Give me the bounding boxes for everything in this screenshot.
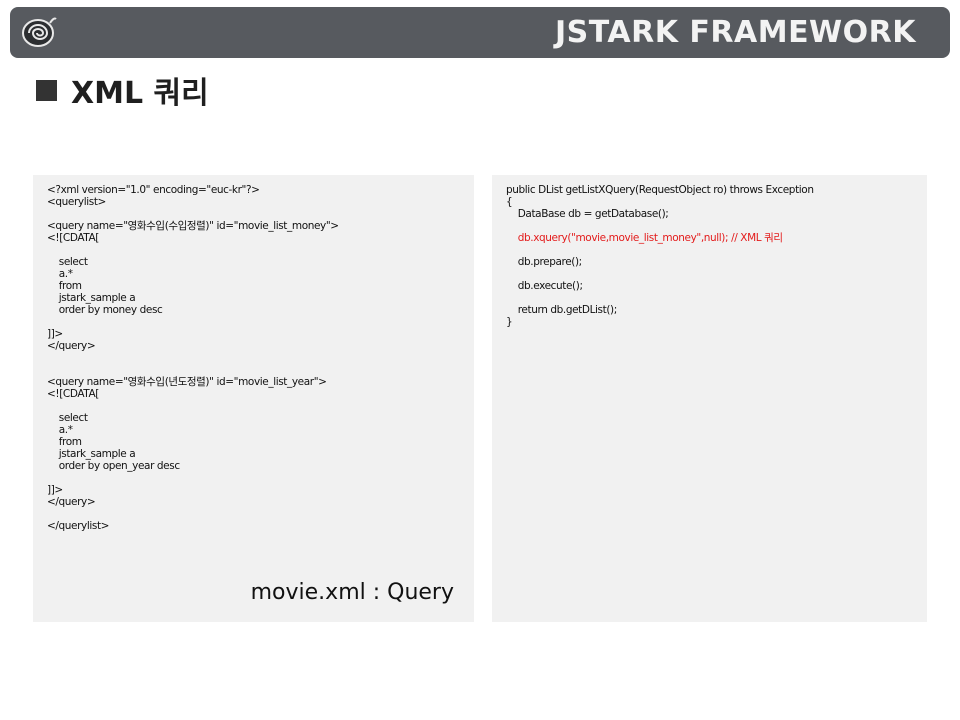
header-bar: JSTARK FRAMEWORK xyxy=(10,7,950,58)
code-line: <query name="영화수입(년도정렬)" id="movie_list_… xyxy=(47,376,327,388)
code-line: jstark_sample a xyxy=(47,292,136,304)
code-line: public DList getListXQuery(RequestObject… xyxy=(506,184,814,196)
code-line: a.* xyxy=(47,424,73,436)
code-line: { xyxy=(506,196,513,208)
section-heading: XML 쿼리 xyxy=(36,70,209,111)
java-code-panel: public DList getListXQuery(RequestObject… xyxy=(492,175,927,622)
code-line: </querylist> xyxy=(47,520,110,532)
code-line: } xyxy=(506,316,513,328)
code-line: order by open_year desc xyxy=(47,460,180,472)
code-line: </query> xyxy=(47,340,96,352)
snail-icon xyxy=(22,17,57,47)
code-line: <![CDATA[ xyxy=(47,388,99,400)
code-line: jstark_sample a xyxy=(47,448,136,460)
code-line: return db.getDList(); xyxy=(506,304,618,316)
xml-code-block: <?xml version="1.0" encoding="euc-kr"?> <… xyxy=(47,184,339,532)
code-line: from xyxy=(47,280,82,292)
code-line: DataBase db = getDatabase(); xyxy=(506,208,669,220)
code-line: db.execute(); xyxy=(506,280,583,292)
panel-caption: movie.xml : Query xyxy=(250,580,454,605)
code-line: ]]> xyxy=(47,484,63,496)
code-line: order by money desc xyxy=(47,304,163,316)
square-bullet-icon xyxy=(36,79,57,101)
code-line: <query name="영화수입(수입정렬)" id="movie_list_… xyxy=(47,220,339,232)
code-line: <querylist> xyxy=(47,196,106,208)
code-line: <?xml version="1.0" encoding="euc-kr"?> xyxy=(47,184,260,196)
code-line: </query> xyxy=(47,496,96,508)
section-title: XML 쿼리 xyxy=(71,76,209,111)
java-code-block: public DList getListXQuery(RequestObject… xyxy=(506,184,814,328)
code-line: <![CDATA[ xyxy=(47,232,99,244)
code-line: select xyxy=(47,256,88,268)
code-line: from xyxy=(47,436,82,448)
header-title: JSTARK FRAMEWORK xyxy=(554,15,916,50)
code-line: a.* xyxy=(47,268,73,280)
code-line: select xyxy=(47,412,88,424)
code-line: db.xquery("movie,movie_list_money",null)… xyxy=(506,232,783,244)
code-line: ]]> xyxy=(47,328,63,340)
xml-query-panel: <?xml version="1.0" encoding="euc-kr"?> <… xyxy=(33,175,474,622)
code-line: db.prepare(); xyxy=(506,256,582,268)
